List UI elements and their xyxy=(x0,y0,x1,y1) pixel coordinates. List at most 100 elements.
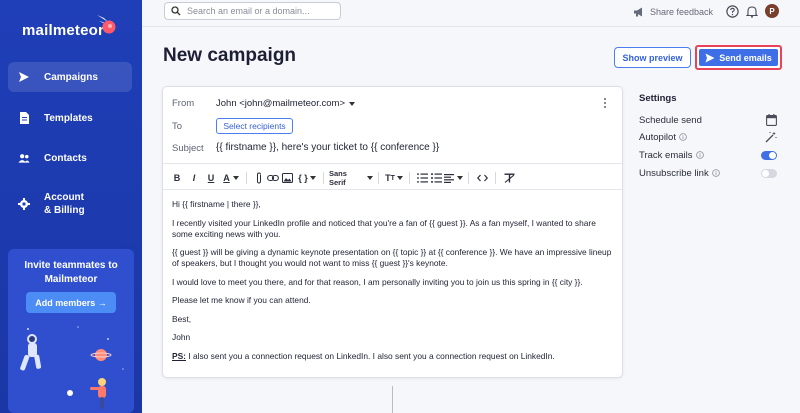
sidebar-item-label: Account & Billing xyxy=(44,191,85,217)
attachment-icon[interactable] xyxy=(252,171,266,185)
toolbar-separator xyxy=(495,172,496,184)
setting-track-emails[interactable]: Track emails xyxy=(639,148,779,162)
track-emails-toggle[interactable] xyxy=(761,151,777,160)
from-value: John <john@mailmeteor.com> xyxy=(216,98,345,109)
settings-title: Settings xyxy=(639,93,677,104)
info-icon xyxy=(679,133,687,141)
setting-autopilot[interactable]: Autopilot xyxy=(639,130,779,144)
sidebar-item-campaigns[interactable]: Campaigns xyxy=(8,62,132,92)
magic-wand-icon[interactable] xyxy=(765,131,777,143)
body-paragraph: I would love to meet you there, and for … xyxy=(172,276,583,287)
astronaut-illustration xyxy=(20,326,124,409)
sidebar-item-contacts[interactable]: Contacts xyxy=(8,143,132,173)
send-emails-label: Send emails xyxy=(719,52,772,63)
setting-label: Autopilot xyxy=(639,131,676,143)
body-paragraph: {{ guest }} will be giving a dynamic key… xyxy=(172,247,612,268)
sidebar-item-label-line1: Account xyxy=(44,192,84,203)
info-icon xyxy=(695,151,704,159)
body-signoff: Best, xyxy=(172,313,192,324)
invite-title-line1: Invite teammates to xyxy=(24,260,118,271)
send-emails-button-highlight: Send emails xyxy=(695,45,782,70)
page-title: New campaign xyxy=(163,45,297,66)
email-body-editor[interactable]: Hi {{ firstname | there }}, I recently v… xyxy=(172,199,612,369)
toolbar-separator xyxy=(378,172,379,184)
toggle-knob xyxy=(762,170,769,177)
ps-text: I also sent you a connection request on … xyxy=(185,350,555,361)
sidebar-item-templates[interactable]: Templates xyxy=(8,103,132,133)
share-feedback-label: Share feedback xyxy=(650,7,714,17)
sidebar-item-label: Campaigns xyxy=(44,71,98,83)
numbered-list-icon[interactable] xyxy=(415,171,429,185)
italic-icon[interactable]: I xyxy=(188,171,200,185)
align-icon[interactable] xyxy=(443,171,463,185)
font-family-select[interactable]: Sans Serif xyxy=(329,169,373,187)
setting-label: Schedule send xyxy=(639,114,702,126)
users-icon xyxy=(18,152,30,164)
setting-label: Unsubscribe link xyxy=(639,167,709,179)
topbar-divider xyxy=(142,26,800,27)
avatar[interactable]: P xyxy=(765,4,779,18)
link-icon[interactable] xyxy=(266,171,280,185)
sidebar-item-label: Templates xyxy=(44,112,93,124)
toggle-knob xyxy=(769,152,776,159)
from-select[interactable]: John <john@mailmeteor.com> xyxy=(216,98,355,109)
sidebar-item-label-line2: & Billing xyxy=(44,205,85,216)
clear-formatting-icon[interactable] xyxy=(501,171,517,185)
select-recipients-button[interactable]: Select recipients xyxy=(216,118,293,134)
bold-icon[interactable]: B xyxy=(171,171,183,185)
sidebar: mailmeteor Campaigns Templates Contacts … xyxy=(0,0,142,413)
bell-icon[interactable] xyxy=(746,5,758,18)
invite-title-line2: Mailmeteor xyxy=(44,274,98,285)
bullet-list-icon[interactable] xyxy=(429,171,443,185)
font-family-value: Sans Serif xyxy=(329,169,347,187)
help-icon[interactable] xyxy=(726,5,739,18)
formatting-toolbar: B I U A { } Sans Serif TT xyxy=(163,167,622,189)
show-preview-button[interactable]: Show preview xyxy=(614,47,691,68)
toolbar-separator xyxy=(246,172,247,184)
setting-label: Track emails xyxy=(639,149,693,161)
body-greeting: Hi {{ firstname | there }}, xyxy=(172,199,261,209)
megaphone-icon xyxy=(634,7,642,17)
more-options-icon[interactable] xyxy=(603,97,607,109)
subject-label: Subject xyxy=(172,143,204,154)
sidebar-item-account-billing[interactable]: Account & Billing xyxy=(8,188,132,220)
brand-logo[interactable]: mailmeteor xyxy=(22,22,104,39)
subject-input[interactable]: {{ firstname }}, here's your ticket to {… xyxy=(216,142,439,153)
chevron-down-icon xyxy=(349,101,355,106)
toolbar-separator xyxy=(409,172,410,184)
toolbar-separator xyxy=(323,172,324,184)
body-signature: John xyxy=(172,332,191,342)
body-postscript: PS: I also sent you a connection request… xyxy=(172,351,612,362)
compose-card: From John <john@mailmeteor.com> To Selec… xyxy=(162,86,623,378)
image-icon[interactable] xyxy=(280,171,294,185)
search-box[interactable] xyxy=(164,2,341,20)
toolbar-separator xyxy=(468,172,469,184)
flow-connector-line xyxy=(392,386,393,413)
search-input[interactable] xyxy=(187,6,337,16)
gear-icon xyxy=(18,198,30,210)
add-members-button[interactable]: Add members → xyxy=(26,292,116,313)
ps-label: PS: xyxy=(172,350,186,361)
unsubscribe-link-toggle[interactable] xyxy=(761,169,777,178)
code-view-icon[interactable] xyxy=(474,171,490,185)
setting-unsubscribe-link[interactable]: Unsubscribe link xyxy=(639,166,779,180)
body-paragraph: I recently visited your LinkedIn profile… xyxy=(172,217,596,239)
invite-title: Invite teammates to Mailmeteor xyxy=(8,259,134,287)
underline-icon[interactable]: U xyxy=(205,171,217,185)
share-feedback-link[interactable]: Share feedback xyxy=(633,5,713,19)
paper-plane-icon xyxy=(705,53,715,62)
text-size-icon[interactable]: TT xyxy=(384,171,404,185)
setting-schedule-send[interactable]: Schedule send xyxy=(639,113,779,127)
document-icon xyxy=(18,112,30,124)
sidebar-item-label: Contacts xyxy=(44,152,87,164)
calendar-icon[interactable] xyxy=(766,114,777,126)
code-braces-icon[interactable]: { } xyxy=(296,171,318,185)
search-icon xyxy=(171,6,181,16)
text-color-icon[interactable]: A xyxy=(221,171,241,185)
info-icon xyxy=(711,169,720,177)
to-label: To xyxy=(172,121,183,132)
invite-panel: Invite teammates to Mailmeteor Add membe… xyxy=(8,249,134,413)
from-label: From xyxy=(172,98,195,109)
send-emails-button[interactable]: Send emails xyxy=(699,49,778,66)
toolbar-bottom-divider xyxy=(163,189,622,190)
